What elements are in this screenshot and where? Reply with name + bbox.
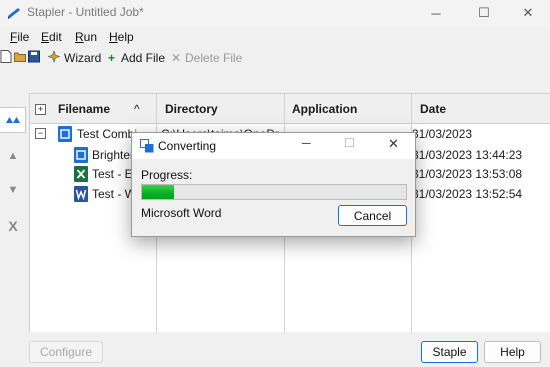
wizard-button[interactable]: Wizard: [64, 51, 101, 65]
delete-file-button[interactable]: Delete File: [185, 51, 242, 65]
move-down-button[interactable]: ▼: [0, 177, 26, 203]
minimize-button[interactable]: ─: [413, 0, 459, 26]
add-file-button[interactable]: Add File: [121, 51, 165, 65]
add-icon: +: [108, 51, 116, 65]
converting-dialog: Converting ─ ☐ ✕ Progress: Microsoft Wor…: [131, 132, 416, 237]
current-item-label: Microsoft Word: [141, 206, 222, 220]
new-file-icon[interactable]: [0, 50, 12, 63]
column-filename[interactable]: Filename ^: [58, 94, 157, 124]
stapler-app-icon: [8, 8, 20, 19]
double-chevron-icon: [5, 117, 20, 123]
column-date[interactable]: Date: [420, 94, 540, 124]
cancel-button[interactable]: Cancel: [338, 205, 407, 226]
staple-button[interactable]: Staple: [421, 341, 478, 363]
menu-file[interactable]: File: [10, 30, 29, 44]
dialog-maximize-button[interactable]: ☐: [344, 136, 355, 150]
open-folder-icon[interactable]: [14, 50, 26, 63]
wizard-icon: [48, 50, 60, 63]
date-cell: 31/03/2023: [412, 127, 473, 141]
window-title: Stapler - Untitled Job*: [27, 5, 144, 19]
dialog-close-button[interactable]: ✕: [388, 136, 399, 152]
expand-all-button[interactable]: [0, 107, 26, 133]
menu-bar: File Edit Run Help: [0, 27, 550, 47]
toolbar: Wizard + Add File ✕ Delete File: [0, 47, 550, 67]
converting-icon: [140, 139, 154, 153]
expand-all-toggle[interactable]: +: [35, 104, 46, 115]
filename-cell: Brighter: [92, 148, 135, 162]
progress-label: Progress:: [141, 168, 193, 182]
dialog-title-bar: Converting ─ ☐ ✕: [132, 133, 415, 159]
grid-header: + Filename ^ Directory Application Date: [30, 94, 550, 124]
date-cell: 31/03/2023 13:44:23: [412, 148, 523, 162]
menu-run[interactable]: Run: [75, 30, 97, 44]
filename-cell: Test - W: [92, 187, 136, 201]
progress-bar: [141, 184, 407, 200]
excel-icon: [74, 166, 88, 182]
sort-ascending-icon: ^: [134, 102, 140, 116]
progress-fill: [142, 185, 174, 199]
dialog-minimize-button[interactable]: ─: [302, 136, 311, 150]
delete-icon: ✕: [171, 51, 182, 65]
filename-cell: Test - E: [92, 167, 133, 181]
maximize-button[interactable]: ☐: [461, 0, 507, 26]
stapler-doc-icon: [58, 126, 72, 142]
dialog-title: Converting: [158, 139, 217, 153]
date-cell: 31/03/2023 13:53:08: [412, 167, 523, 181]
menu-help[interactable]: Help: [109, 30, 134, 44]
collapse-toggle[interactable]: −: [35, 128, 46, 139]
title-bar: Stapler - Untitled Job* ─ ☐ ✕: [0, 0, 550, 26]
date-cell: 31/03/2023 13:52:54: [412, 187, 523, 201]
word-icon: [74, 186, 88, 202]
remove-button[interactable]: X: [0, 213, 26, 239]
stapler-doc-icon: [74, 147, 88, 163]
help-button[interactable]: Help: [484, 341, 541, 363]
filename-cell: Test Combi: [77, 127, 138, 141]
column-directory[interactable]: Directory: [165, 94, 285, 124]
menu-edit[interactable]: Edit: [41, 30, 62, 44]
save-icon[interactable]: [28, 50, 40, 63]
close-button[interactable]: ✕: [505, 0, 550, 26]
column-application[interactable]: Application: [292, 94, 412, 124]
move-up-button[interactable]: ▲: [0, 143, 26, 169]
configure-button[interactable]: Configure: [29, 341, 103, 363]
